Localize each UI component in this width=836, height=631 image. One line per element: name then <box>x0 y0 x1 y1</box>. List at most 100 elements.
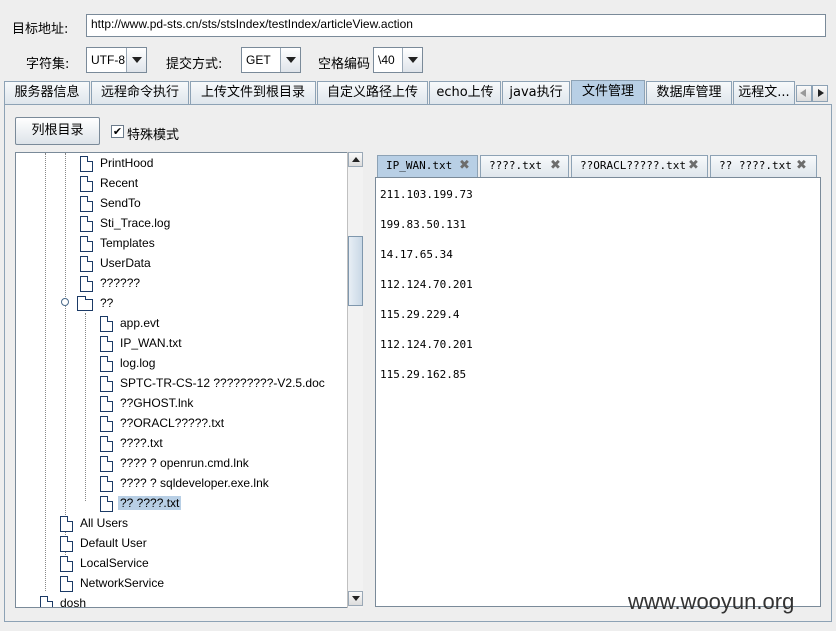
target-url-input[interactable]: http://www.pd-sts.cn/sts/stsIndex/testIn… <box>86 14 826 37</box>
close-icon[interactable]: ✖ <box>687 159 700 173</box>
file-icon <box>100 336 113 352</box>
close-icon[interactable]: ✖ <box>549 159 562 173</box>
close-icon[interactable]: ✖ <box>795 159 808 173</box>
tab-custom-path-upload[interactable]: 自定义路径上传 <box>317 81 428 104</box>
file-tab-label: IP_WAN.txt <box>386 159 453 172</box>
file-icon <box>100 416 113 432</box>
editor-line: 112.124.70.201 <box>380 278 473 291</box>
tab-database-manager[interactable]: 数据库管理 <box>646 81 732 104</box>
list-root-button[interactable]: 列根目录 <box>15 117 100 145</box>
space-encoding-value: \40 <box>378 53 395 67</box>
space-encoding-select[interactable]: \40 <box>373 47 423 73</box>
tree-item-label: Templates <box>100 236 155 250</box>
tree-item-label: ???? ? openrun.cmd.lnk <box>120 456 249 470</box>
main-tab-bar: 服务器信息 远程命令执行 上传文件到根目录 自定义路径上传 echo上传 jav… <box>4 80 832 104</box>
tree-item-label: UserData <box>100 256 151 270</box>
charset-dropdown-button[interactable] <box>126 48 146 72</box>
tree-item-label: PrintHood <box>100 156 154 170</box>
tree-connector <box>65 153 66 565</box>
tree-item-label: ?? <box>100 296 114 310</box>
tab-scroll-right-button[interactable] <box>812 85 828 102</box>
scroll-up-button[interactable] <box>348 152 363 167</box>
tree-item-label: ??ORACL?????.txt <box>120 416 225 430</box>
tab-echo-upload[interactable]: echo上传 <box>429 81 501 104</box>
special-mode-label: 特殊模式 <box>127 128 180 143</box>
chevron-down-icon <box>286 57 296 63</box>
tab-scroll-left-button[interactable] <box>796 85 812 102</box>
editor-line: 199.83.50.131 <box>380 218 467 231</box>
folder-open-icon <box>77 296 93 311</box>
tree-item-label: Default User <box>80 536 147 550</box>
chevron-down-icon <box>132 57 142 63</box>
file-icon <box>100 396 113 412</box>
space-encoding-dropdown-button[interactable] <box>402 48 422 72</box>
tree-item-label: ????.txt <box>120 436 163 450</box>
file-icon <box>60 516 73 532</box>
tree-item-label: app.evt <box>120 316 160 330</box>
tab-upload-root[interactable]: 上传文件到根目录 <box>190 81 316 104</box>
close-icon[interactable]: ✖ <box>458 159 471 173</box>
tree-item-label: All Users <box>80 516 129 530</box>
file-icon <box>100 356 113 372</box>
charset-value: UTF-8 <box>91 53 125 67</box>
tree-item-label: Recent <box>100 176 139 190</box>
file-tree[interactable]: PrintHood Recent SendTo Sti_Trace.log Te… <box>15 152 363 608</box>
file-icon <box>80 196 93 212</box>
file-tab[interactable]: ??ORACL?????.txt ✖ <box>571 155 708 177</box>
tab-java-exec[interactable]: java执行 <box>502 81 570 104</box>
file-content-editor[interactable]: 211.103.199.73 199.83.50.131 14.17.65.34… <box>375 177 821 607</box>
tab-remote-command[interactable]: 远程命令执行 <box>91 81 189 104</box>
method-dropdown-button[interactable] <box>280 48 300 72</box>
file-tab-label: ?? ????.txt <box>719 159 792 172</box>
tree-item-label: IP_WAN.txt <box>120 336 182 350</box>
tree-item-label: dosh <box>60 596 87 608</box>
tree-item-label: LocalService <box>80 556 149 570</box>
tree-item-label: log.log <box>120 356 156 370</box>
file-icon <box>80 256 93 272</box>
editor-line: 115.29.229.4 <box>380 308 460 321</box>
file-icon <box>100 436 113 452</box>
method-select[interactable]: GET <box>241 47 301 73</box>
tree-item-label: ?? ????.txt <box>118 496 182 510</box>
tree-item-label: ??GHOST.lnk <box>120 396 194 410</box>
tree-item-label: SPTC-TR-CS-12 ?????????-V2.5.doc <box>120 376 325 390</box>
editor-line: 112.124.70.201 <box>380 338 473 351</box>
file-icon <box>100 476 113 492</box>
tree-item-label: NetworkService <box>80 576 165 590</box>
special-mode-checkbox[interactable]: ✔ <box>111 125 124 138</box>
file-icon <box>60 576 73 592</box>
file-tab[interactable]: ?? ????.txt ✖ <box>710 155 817 177</box>
method-label: 提交方式: <box>166 57 223 72</box>
tree-item-label: SendTo <box>100 196 141 210</box>
tab-server-info[interactable]: 服务器信息 <box>4 81 90 104</box>
file-icon <box>80 276 93 292</box>
charset-select[interactable]: UTF-8 <box>86 47 147 73</box>
method-value: GET <box>246 53 271 67</box>
target-address-label: 目标地址: <box>12 22 69 37</box>
scroll-down-button[interactable] <box>348 591 363 606</box>
file-icon <box>40 596 53 607</box>
chevron-left-icon <box>800 89 806 97</box>
file-icon <box>60 536 73 552</box>
tab-remote-file[interactable]: 远程文... <box>733 81 795 104</box>
file-tab-label: ????.txt <box>489 159 542 172</box>
tree-item-label: ???? ? sqldeveloper.exe.lnk <box>120 476 269 490</box>
tree-scrollbar[interactable] <box>347 152 363 608</box>
file-icon <box>100 456 113 472</box>
chevron-up-icon <box>352 157 360 162</box>
tree-item-label: ?????? <box>100 276 141 290</box>
space-encoding-label: 空格编码 <box>318 57 371 72</box>
watermark: www.wooyun.org <box>628 589 795 614</box>
scroll-thumb[interactable] <box>348 236 363 306</box>
expand-toggle-icon[interactable] <box>61 298 69 306</box>
tab-file-manager[interactable]: 文件管理 <box>571 80 645 104</box>
file-tab[interactable]: IP_WAN.txt ✖ <box>377 155 478 177</box>
chevron-right-icon <box>818 89 824 97</box>
file-icon <box>80 156 93 172</box>
file-icon <box>100 376 113 392</box>
editor-line: 14.17.65.34 <box>380 248 453 261</box>
tree-connector <box>85 313 86 501</box>
file-icon <box>60 556 73 572</box>
file-tab[interactable]: ????.txt ✖ <box>480 155 569 177</box>
file-tab-label: ??ORACL?????.txt <box>580 159 686 172</box>
